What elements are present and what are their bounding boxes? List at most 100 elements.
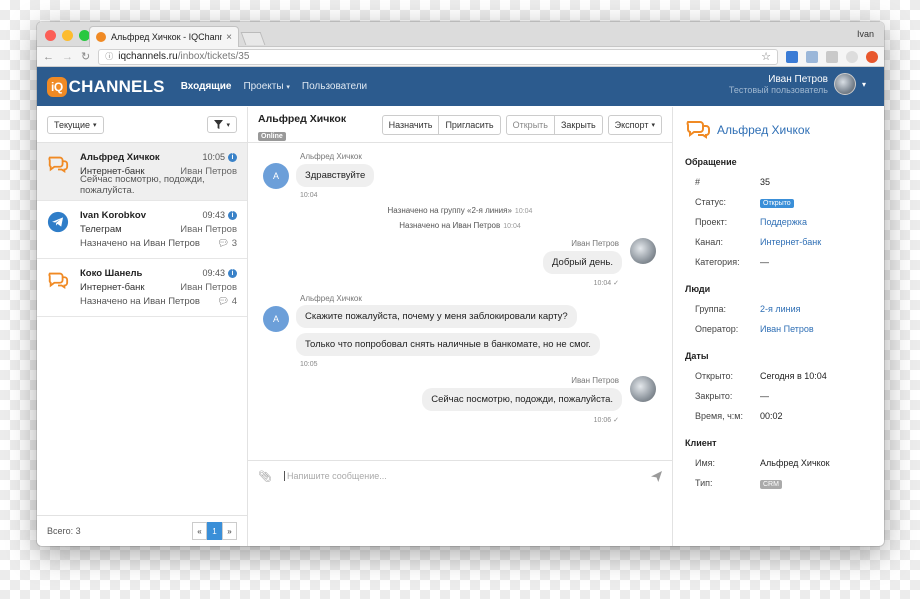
user-role: Тестовый пользователь	[728, 84, 828, 95]
detail-row: Закрыто: —	[685, 386, 872, 406]
page-info-icon[interactable]: ⓘ	[105, 51, 113, 62]
message-count: 3	[231, 237, 237, 249]
delivered-check-icon: ✓	[613, 280, 619, 287]
conversation-item[interactable]: Альфред Хичкок 10:05 i Интернет-банк Иван П…	[37, 143, 247, 201]
info-icon: i	[228, 152, 237, 162]
detail-row: #35	[685, 172, 872, 192]
detail-label: Группа:	[695, 304, 727, 314]
comment-icon: 💬︎	[217, 237, 230, 249]
message-author: Альфред Хичкок	[300, 294, 362, 303]
conversation-time: 09:43	[202, 210, 225, 220]
conversation-operator: Иван Петров	[180, 223, 237, 235]
message-time: 10:04	[300, 192, 318, 199]
conversation-name: Ivan Korobkov	[80, 209, 146, 221]
detail-row: Категория: —	[685, 252, 872, 272]
message-time: 10:06 ✓	[594, 416, 619, 424]
invite-button[interactable]: Пригласить	[438, 115, 501, 135]
minimize-window-button[interactable]	[62, 30, 73, 41]
detail-label: Канал:	[695, 237, 723, 247]
conversation-item[interactable]: Коко Шанель 09:43 i Интернет-банк Иван Петр…	[37, 259, 247, 317]
status-badge: Online	[258, 132, 286, 141]
message-input[interactable]: Напишите сообщение...	[283, 471, 651, 481]
system-event-text: Назначено на группу «2-я линия»	[387, 206, 512, 215]
status-filter-dropdown[interactable]: Текущие ▾	[47, 115, 104, 134]
nav-inbox[interactable]: Входящие	[181, 81, 232, 92]
chat-header: Альфред Хичкок Online Назначить Пригласи…	[248, 107, 672, 143]
back-icon[interactable]: ←	[43, 51, 54, 63]
extension-icon[interactable]	[846, 50, 858, 63]
group-link[interactable]: 2-я линия	[760, 304, 801, 314]
system-event: Назначено на группу «2-я линия» 10:04	[248, 206, 672, 215]
funnel-icon	[214, 120, 224, 129]
bookmark-star-icon[interactable]: ☆	[761, 50, 771, 63]
forward-icon[interactable]: →	[62, 51, 73, 63]
info-icon: i	[228, 210, 237, 220]
delivered-check-icon: ✓	[613, 417, 619, 424]
browser-profile[interactable]: Ivan	[857, 29, 874, 39]
tab-close-icon[interactable]: ×	[226, 32, 232, 43]
open-button[interactable]: Открыть	[505, 115, 555, 135]
chat-panel: Альфред Хичкок Online Назначить Пригласи…	[248, 107, 673, 546]
channel-link[interactable]: Интернет-банк	[760, 237, 821, 247]
pagination: « 1 »	[192, 522, 237, 540]
app-logo[interactable]: iQ CHANNELS	[47, 76, 165, 97]
filter-button[interactable]: ▾	[207, 116, 237, 133]
next-page-button[interactable]: »	[222, 522, 237, 540]
detail-label: Проект:	[695, 217, 728, 227]
detail-row: Время, ч:м: 00:02	[685, 406, 872, 426]
info-icon: i	[228, 268, 237, 278]
extension-icon[interactable]	[786, 50, 798, 63]
status-badge: Открыто	[760, 198, 794, 208]
detail-row: Группа: 2-я линия	[685, 299, 872, 319]
close-window-button[interactable]	[45, 30, 56, 41]
extension-icon[interactable]	[806, 50, 818, 63]
close-button[interactable]: Закрыть	[553, 115, 603, 135]
conversation-item[interactable]: Ivan Korobkov 09:43 i Телеграм Иван Петров …	[37, 201, 247, 259]
export-dropdown[interactable]: Экспорт ▾	[607, 115, 662, 135]
logo-badge: iQ	[47, 76, 67, 97]
url-host: iqchannels.ru	[118, 51, 178, 62]
chat-bubbles-icon	[48, 156, 69, 174]
project-link[interactable]: Поддержка	[760, 217, 807, 227]
detail-value: 35	[760, 177, 771, 187]
logo-text: CHANNELS	[68, 76, 165, 96]
conversation-last-message: Назначено на Иван Петров	[80, 295, 200, 307]
detail-row: Тип: CRM	[685, 473, 872, 493]
url-field[interactable]: ⓘ iqchannels.ru /inbox/tickets/35 ☆	[98, 48, 778, 65]
detail-row: Статус: Открыто	[685, 192, 872, 212]
extension-icon[interactable]	[866, 50, 878, 63]
browser-tab[interactable]: Альфред Хичкок - IQChannels ×	[89, 26, 239, 47]
user-menu[interactable]: Иван Петров Тестовый пользователь ▾	[729, 73, 866, 95]
client-name[interactable]: Альфред Хичкок	[717, 123, 810, 137]
compose-bar: 📎︎ Напишите сообщение...	[248, 460, 672, 491]
assign-button[interactable]: Назначить	[381, 115, 440, 135]
prev-page-button[interactable]: «	[192, 522, 207, 540]
details-header: Альфред Хичкок	[685, 119, 872, 141]
operator-link[interactable]: Иван Петров	[760, 324, 814, 334]
message-bubble: Только что попробовал снять наличные в б…	[296, 333, 600, 356]
conversation-time: 10:05	[202, 152, 225, 162]
client-avatar: А	[263, 163, 289, 189]
favicon-icon	[96, 32, 106, 42]
page-1-button[interactable]: 1	[207, 522, 222, 540]
operator-avatar	[630, 238, 656, 264]
conversation-time: 09:43	[202, 268, 225, 278]
conversation-channel: Телеграм	[80, 223, 122, 235]
detail-label: Оператор:	[695, 324, 739, 334]
paperclip-icon[interactable]: 📎︎	[258, 470, 272, 483]
comment-icon: 💬︎	[217, 295, 230, 307]
extension-icon[interactable]	[826, 50, 838, 63]
address-bar-row: ← → ↻ ⓘ iqchannels.ru /inbox/tickets/35 …	[37, 47, 884, 67]
chevron-down-icon: ▾	[286, 84, 290, 91]
reload-icon[interactable]: ↻	[81, 50, 90, 63]
detail-row: Оператор: Иван Петров	[685, 319, 872, 339]
message-time-text: 10:06	[593, 417, 612, 424]
nav-users[interactable]: Пользователи	[302, 81, 367, 92]
detail-label: Категория:	[695, 257, 740, 267]
nav-projects[interactable]: Проекты ▾	[243, 81, 289, 92]
send-icon[interactable]	[651, 470, 662, 482]
new-tab-button[interactable]	[240, 32, 266, 45]
section-title: Даты	[685, 351, 709, 361]
tab-bar: Альфред Хичкок - IQChannels × Ivan	[37, 22, 884, 47]
message-bubble: Скажите пожалуйста, почему у меня заблок…	[296, 305, 577, 328]
